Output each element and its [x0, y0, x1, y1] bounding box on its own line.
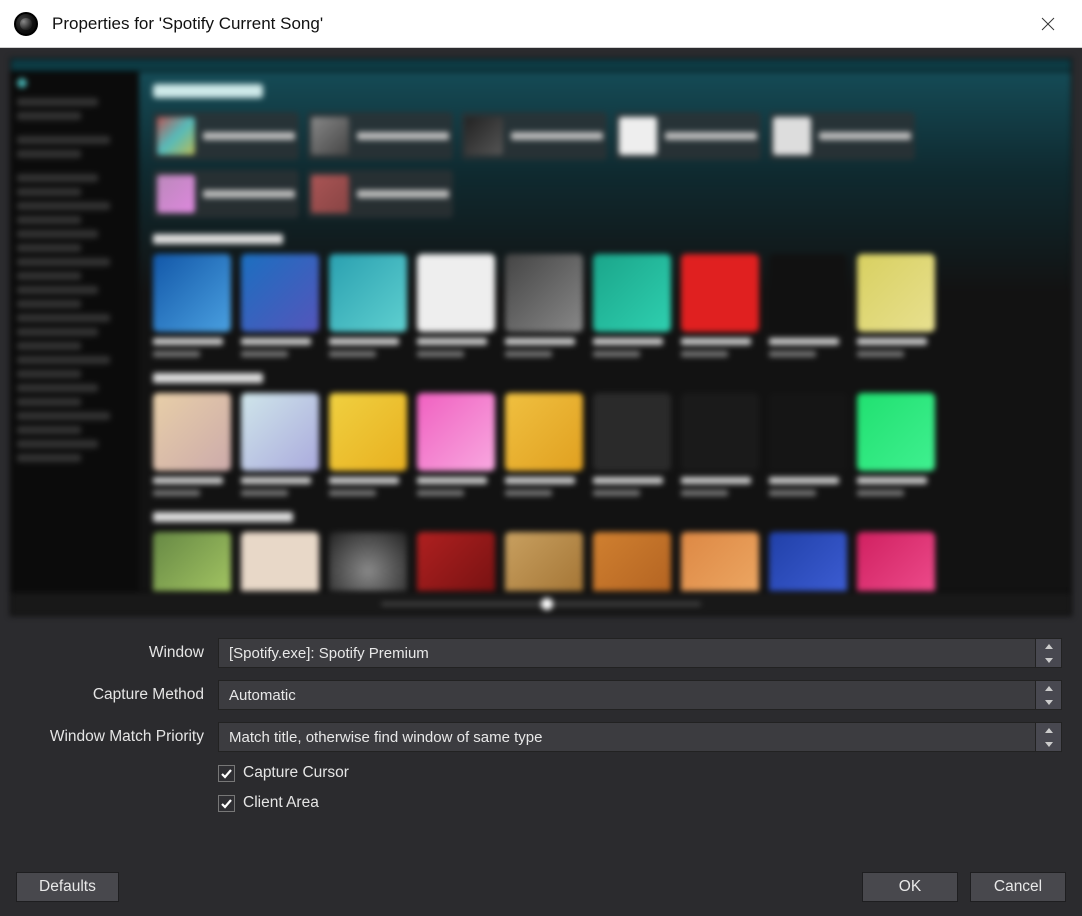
spinner-icon [1035, 723, 1061, 751]
label-window: Window [20, 644, 218, 662]
source-preview [10, 58, 1072, 616]
checkbox-client-area-label: Client Area [243, 794, 319, 812]
label-match-priority: Window Match Priority [20, 728, 218, 746]
spinner-icon [1035, 681, 1061, 709]
properties-form: Window [Spotify.exe]: Spotify Premium Ca… [10, 616, 1072, 836]
row-match-priority: Window Match Priority Match title, other… [20, 722, 1062, 752]
row-window: Window [Spotify.exe]: Spotify Premium [20, 638, 1062, 668]
ok-button[interactable]: OK [862, 872, 958, 902]
select-window-value: [Spotify.exe]: Spotify Premium [229, 645, 429, 662]
checkbox-capture-cursor-label: Capture Cursor [243, 764, 349, 782]
select-capture-method-value: Automatic [229, 687, 296, 704]
checkbox-icon [218, 765, 235, 782]
close-button[interactable] [1028, 8, 1068, 40]
checkbox-capture-cursor[interactable]: Capture Cursor [218, 764, 1062, 782]
close-icon [1041, 17, 1055, 31]
select-match-priority-value: Match title, otherwise find window of sa… [229, 729, 542, 746]
row-capture-method: Capture Method Automatic [20, 680, 1062, 710]
select-capture-method[interactable]: Automatic [218, 680, 1062, 710]
checkbox-icon [218, 795, 235, 812]
row-capture-cursor: Capture Cursor Client Area [20, 764, 1062, 824]
obs-icon [14, 12, 38, 36]
dialog-body: Window [Spotify.exe]: Spotify Premium Ca… [0, 48, 1082, 858]
cancel-button[interactable]: Cancel [970, 872, 1066, 902]
select-window[interactable]: [Spotify.exe]: Spotify Premium [218, 638, 1062, 668]
titlebar: Properties for 'Spotify Current Song' [0, 0, 1082, 48]
window-title: Properties for 'Spotify Current Song' [52, 14, 1028, 34]
defaults-button[interactable]: Defaults [16, 872, 119, 902]
label-capture-method: Capture Method [20, 686, 218, 704]
checkbox-client-area[interactable]: Client Area [218, 794, 1062, 812]
select-match-priority[interactable]: Match title, otherwise find window of sa… [218, 722, 1062, 752]
spinner-icon [1035, 639, 1061, 667]
dialog-buttons: Defaults OK Cancel [0, 858, 1082, 916]
